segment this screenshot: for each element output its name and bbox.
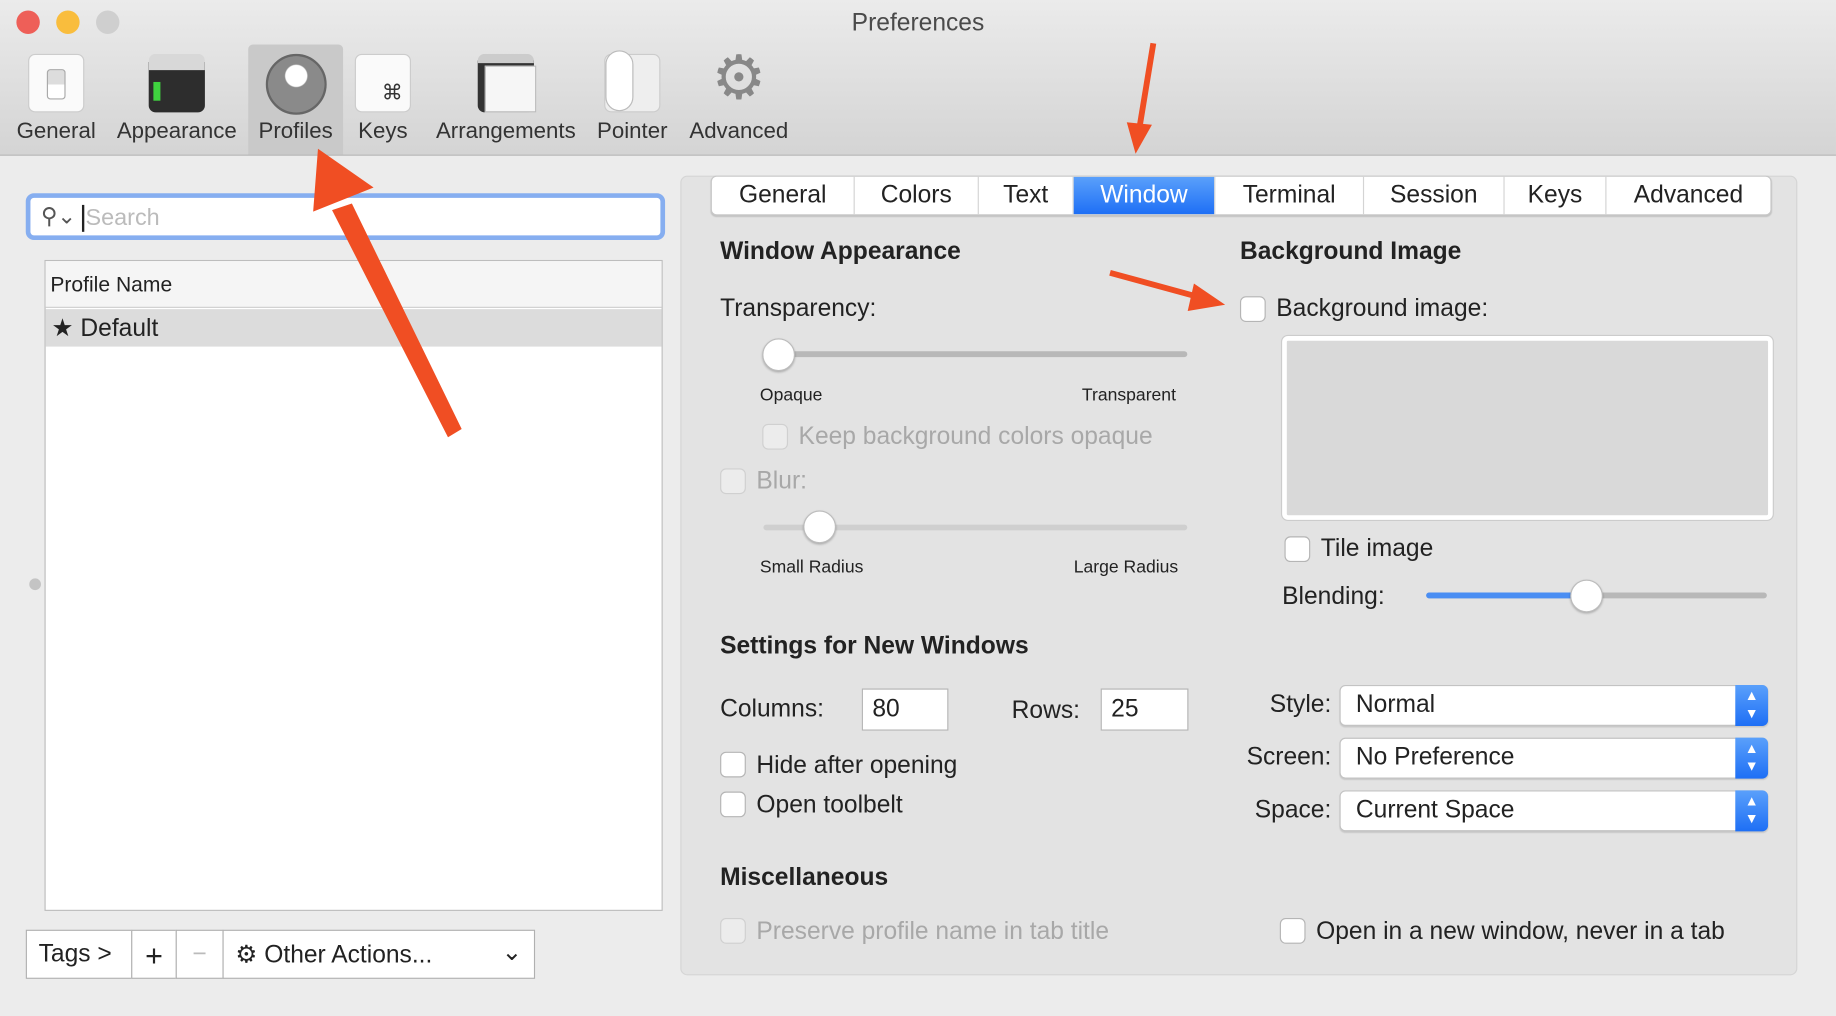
preferences-window: Preferences General Appearance Profiles … xyxy=(0,0,1836,1016)
annotation-arrow-profiles xyxy=(332,203,462,438)
annotation-arrow-background-image xyxy=(1109,269,1201,301)
annotation-arrowhead xyxy=(1126,122,1152,154)
annotation-arrow-window-tab xyxy=(1136,42,1157,130)
annotation-arrows xyxy=(313,42,1226,438)
annotation-arrowhead xyxy=(313,148,374,212)
annotation-arrowhead xyxy=(1187,283,1226,312)
